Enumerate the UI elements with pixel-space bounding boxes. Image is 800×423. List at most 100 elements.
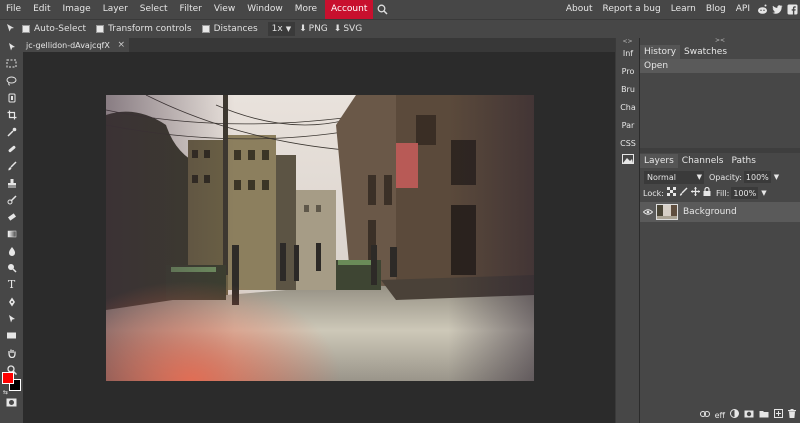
history-brush-tool-icon[interactable] — [0, 191, 23, 208]
menu-learn[interactable]: Learn — [666, 0, 701, 19]
menu-edit[interactable]: Edit — [27, 0, 56, 19]
document-photo[interactable] — [105, 94, 534, 381]
photopea-app: File Edit Image Layer Select Filter View… — [0, 0, 800, 423]
tab-swatches[interactable]: Swatches — [680, 45, 731, 59]
layer-mask-icon[interactable] — [744, 410, 754, 421]
chevron-down-icon: ▼ — [696, 173, 702, 181]
collapse-icon[interactable]: <> — [616, 38, 639, 45]
marquee-tool-icon[interactable] — [0, 55, 23, 72]
distances-checkbox[interactable]: Distances — [201, 24, 258, 34]
twitter-icon[interactable] — [770, 0, 785, 19]
menu-layer[interactable]: Layer — [97, 0, 134, 19]
account-button[interactable]: Account — [325, 0, 374, 19]
canvas-area[interactable] — [23, 52, 615, 423]
tab-paths[interactable]: Paths — [727, 154, 759, 168]
paragraph-panel-button[interactable]: Par — [616, 117, 640, 134]
quick-mask-icon[interactable] — [0, 394, 23, 411]
tab-layers[interactable]: Layers — [640, 154, 678, 168]
lock-transparency-icon[interactable] — [666, 187, 676, 199]
download-icon: ⬇ — [299, 24, 307, 34]
layers-footer: eff — [640, 407, 800, 423]
healing-tool-icon[interactable] — [0, 140, 23, 157]
gradient-tool-icon[interactable] — [0, 225, 23, 242]
adjustment-layer-icon[interactable] — [730, 409, 739, 421]
checkbox-box[interactable] — [22, 25, 30, 33]
export-png-button[interactable]: ⬇ PNG — [299, 24, 328, 34]
delete-layer-icon[interactable] — [788, 409, 796, 421]
link-layers-icon[interactable] — [699, 410, 710, 420]
new-layer-icon[interactable] — [774, 409, 783, 421]
crop-tool-icon[interactable] — [0, 106, 23, 123]
chevron-down-icon[interactable]: ▼ — [761, 189, 766, 197]
blur-tool-icon[interactable] — [0, 242, 23, 259]
blend-mode-select[interactable]: Normal ▼ — [644, 170, 704, 184]
chevron-down-icon: ▼ — [285, 25, 292, 33]
menu-image[interactable]: Image — [57, 0, 97, 19]
menu-bar: File Edit Image Layer Select Filter View… — [0, 0, 800, 19]
type-tool-icon[interactable]: T — [0, 276, 23, 293]
brush-panel-button[interactable]: Bru — [616, 81, 640, 98]
css-panel-button[interactable]: CSS — [616, 135, 640, 152]
opacity-input[interactable]: 100% — [743, 171, 771, 183]
brush-tool-icon[interactable] — [0, 157, 23, 174]
search-icon[interactable] — [373, 0, 391, 19]
eraser-tool-icon[interactable] — [0, 208, 23, 225]
chevron-down-icon[interactable]: ▼ — [774, 173, 779, 181]
document-tab[interactable]: jc-gellidon-dAvajcqfX × — [23, 38, 129, 52]
fill-input[interactable]: 100% — [731, 187, 759, 199]
tab-history[interactable]: History — [640, 45, 681, 59]
layer-row[interactable]: Background — [640, 202, 800, 222]
lock-pixels-icon[interactable] — [679, 187, 688, 199]
character-panel-button[interactable]: Cha — [616, 99, 640, 116]
move-tool-icon[interactable] — [0, 23, 22, 36]
layer-effects-button[interactable]: eff — [715, 411, 725, 420]
zoom-value: 1x — [271, 24, 283, 34]
move-tool-icon[interactable] — [0, 38, 23, 55]
stamp-tool-icon[interactable] — [0, 174, 23, 191]
transform-controls-checkbox[interactable]: Transform controls — [96, 24, 192, 34]
shape-tool-icon[interactable] — [0, 327, 23, 344]
lasso-tool-icon[interactable] — [0, 72, 23, 89]
document-tab-title: jc-gellidon-dAvajcqfX — [26, 40, 110, 50]
menu-more[interactable]: More — [289, 0, 323, 19]
eye-icon[interactable] — [640, 208, 656, 217]
export-svg-button[interactable]: ⬇ SVG — [334, 24, 362, 34]
path-select-tool-icon[interactable] — [0, 310, 23, 327]
checkbox-box[interactable] — [201, 25, 210, 33]
zoom-select[interactable]: 1x ▼ — [267, 22, 296, 36]
checkbox-box[interactable] — [96, 25, 105, 33]
menu-window[interactable]: Window — [241, 0, 289, 19]
panel-divider — [640, 148, 800, 153]
menu-filter[interactable]: Filter — [174, 0, 208, 19]
history-item[interactable]: Open — [640, 59, 800, 73]
tab-channels[interactable]: Channels — [678, 154, 728, 168]
collapse-icon[interactable]: >< — [640, 38, 800, 44]
menu-report-bug[interactable]: Report a bug — [597, 0, 665, 19]
menu-blog[interactable]: Blog — [701, 0, 731, 19]
menu-select[interactable]: Select — [134, 0, 174, 19]
dodge-tool-icon[interactable] — [0, 259, 23, 276]
new-group-icon[interactable] — [759, 410, 769, 421]
foreground-color-swatch[interactable] — [2, 372, 14, 384]
eyedropper-tool-icon[interactable] — [0, 123, 23, 140]
opacity-label: Opacity: — [709, 172, 742, 182]
image-panel-icon[interactable] — [616, 153, 640, 170]
menu-file[interactable]: File — [0, 0, 27, 19]
menu-about[interactable]: About — [561, 0, 598, 19]
facebook-icon[interactable] — [785, 0, 800, 19]
right-panels: >< History Swatches Open Layers Channels… — [640, 38, 800, 423]
reddit-icon[interactable] — [755, 0, 770, 19]
distances-label: Distances — [213, 24, 258, 34]
info-panel-button[interactable]: Inf — [616, 45, 640, 62]
properties-panel-button[interactable]: Pro — [616, 63, 640, 80]
auto-select-checkbox[interactable]: Auto-Select — [22, 24, 86, 34]
menu-api[interactable]: API — [731, 0, 755, 19]
menu-view[interactable]: View — [208, 0, 241, 19]
close-icon[interactable]: × — [117, 40, 125, 50]
auto-select-label: Auto-Select — [34, 24, 87, 34]
quick-select-tool-icon[interactable] — [0, 89, 23, 106]
lock-position-icon[interactable] — [690, 187, 700, 199]
lock-all-icon[interactable] — [703, 186, 711, 199]
hand-tool-icon[interactable] — [0, 344, 23, 361]
pen-tool-icon[interactable] — [0, 293, 23, 310]
